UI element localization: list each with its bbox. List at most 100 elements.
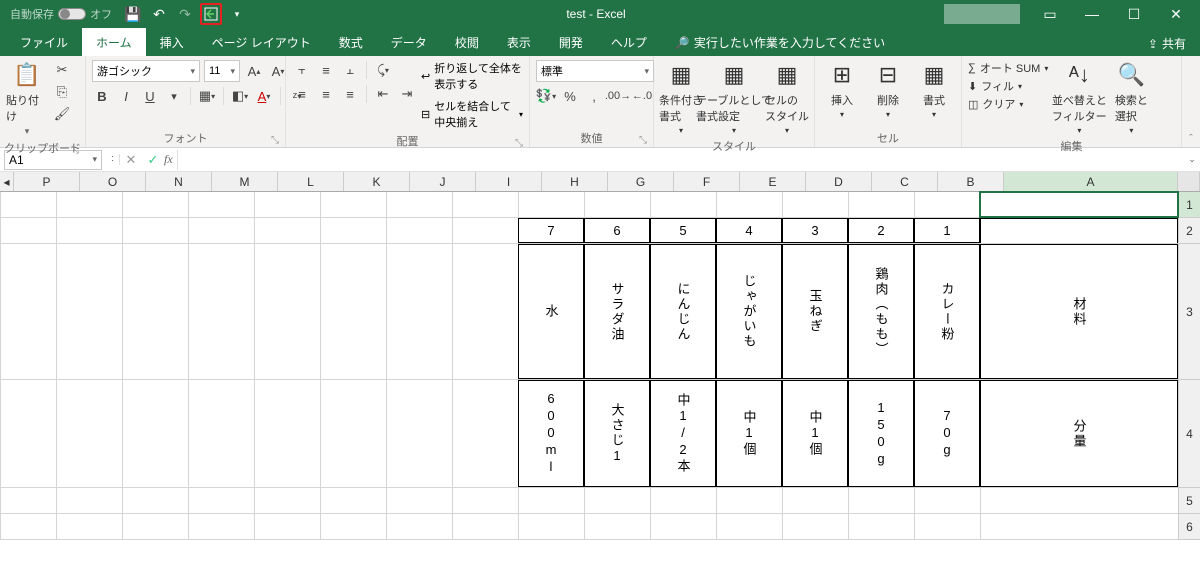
cell[interactable]: 中1/2本: [650, 380, 716, 487]
clear-button[interactable]: ◫クリア ▾: [968, 96, 1048, 112]
cell[interactable]: 分量: [980, 380, 1178, 487]
cell[interactable]: 1: [914, 218, 980, 243]
cell[interactable]: 中1個: [782, 380, 848, 487]
cell-styles-button[interactable]: ▦セルの スタイル▾: [766, 60, 808, 135]
col-header[interactable]: L: [278, 172, 344, 191]
cell[interactable]: [0, 488, 56, 513]
cell[interactable]: [122, 192, 188, 217]
cell[interactable]: [188, 380, 254, 487]
col-header[interactable]: N: [146, 172, 212, 191]
font-color-icon[interactable]: A▾: [254, 86, 274, 106]
col-header[interactable]: I: [476, 172, 542, 191]
cell[interactable]: [254, 244, 320, 379]
cell[interactable]: [188, 244, 254, 379]
cell[interactable]: [386, 380, 452, 487]
close-icon[interactable]: ✕: [1156, 0, 1196, 28]
align-right-icon[interactable]: ≡: [340, 84, 360, 104]
percent-icon[interactable]: %: [560, 86, 580, 106]
cell[interactable]: [650, 192, 716, 217]
cell[interactable]: [848, 488, 914, 513]
underline-icon[interactable]: U: [140, 86, 160, 106]
decrease-font-icon[interactable]: A▾: [268, 61, 288, 81]
launcher-icon[interactable]: ⤡: [515, 138, 523, 149]
undo-icon[interactable]: ↶: [148, 3, 170, 25]
cell[interactable]: [56, 244, 122, 379]
cell[interactable]: 3: [782, 218, 848, 243]
cell[interactable]: [320, 218, 386, 243]
col-header[interactable]: C: [872, 172, 938, 191]
cell[interactable]: [56, 192, 122, 217]
cell[interactable]: [254, 218, 320, 243]
maximize-icon[interactable]: ☐: [1114, 0, 1154, 28]
merge-center-button[interactable]: ⊟セルを結合して中央揃え▾: [421, 98, 523, 130]
cell[interactable]: サラダ油: [584, 244, 650, 379]
col-header[interactable]: H: [542, 172, 608, 191]
save-icon[interactable]: 💾: [122, 3, 144, 25]
cell[interactable]: [980, 514, 1178, 539]
cell[interactable]: [914, 192, 980, 217]
cell[interactable]: [254, 488, 320, 513]
cell[interactable]: [188, 514, 254, 539]
cell[interactable]: 6: [584, 218, 650, 243]
cell[interactable]: [452, 244, 518, 379]
tab-help[interactable]: ヘルプ: [597, 28, 661, 56]
bold-icon[interactable]: B: [92, 86, 112, 106]
tab-insert[interactable]: 挿入: [146, 28, 198, 56]
import-icon[interactable]: [200, 3, 222, 25]
cell[interactable]: [0, 380, 56, 487]
cell[interactable]: にんじん: [650, 244, 716, 379]
cell[interactable]: [188, 192, 254, 217]
launcher-icon[interactable]: ⤡: [271, 135, 279, 146]
cell[interactable]: [122, 244, 188, 379]
cell[interactable]: [0, 192, 56, 217]
sort-filter-button[interactable]: ᴬ↓並べ替えと フィルター▾: [1052, 60, 1106, 135]
cell[interactable]: [980, 488, 1178, 513]
row-header[interactable]: 6: [1178, 514, 1200, 540]
align-left-icon[interactable]: ≡: [292, 84, 312, 104]
cell[interactable]: [980, 218, 1178, 243]
wrap-text-button[interactable]: ↩折り返して全体を表示する: [421, 60, 523, 92]
cell[interactable]: [56, 514, 122, 539]
col-header[interactable]: O: [80, 172, 146, 191]
row-header[interactable]: 1: [1178, 192, 1200, 218]
borders-icon[interactable]: ▦▾: [197, 86, 217, 106]
cell[interactable]: [122, 488, 188, 513]
cell[interactable]: じゃがいも: [716, 244, 782, 379]
fill-button[interactable]: ⬇フィル ▾: [968, 78, 1048, 94]
tab-file[interactable]: ファイル: [6, 28, 82, 56]
cell-A1[interactable]: [980, 192, 1178, 217]
enter-formula-icon[interactable]: ✓: [144, 151, 162, 169]
cell[interactable]: [320, 380, 386, 487]
cell[interactable]: 600ml: [518, 380, 584, 487]
paste-button[interactable]: 📋 貼り付け ▾: [6, 60, 48, 137]
cell[interactable]: [914, 514, 980, 539]
col-header[interactable]: P: [14, 172, 80, 191]
col-header[interactable]: K: [344, 172, 410, 191]
cell[interactable]: [254, 380, 320, 487]
col-header[interactable]: B: [938, 172, 1004, 191]
cell[interactable]: 5: [650, 218, 716, 243]
tab-view[interactable]: 表示: [493, 28, 545, 56]
cell[interactable]: [320, 514, 386, 539]
format-cells-button[interactable]: ▦書式▾: [913, 60, 955, 119]
cell[interactable]: 7: [518, 218, 584, 243]
decrease-indent-icon[interactable]: ⇤: [373, 84, 393, 104]
cell[interactable]: [716, 488, 782, 513]
align-center-icon[interactable]: ≡: [316, 84, 336, 104]
cell[interactable]: 材料: [980, 244, 1178, 379]
cell[interactable]: [122, 380, 188, 487]
qat-customize-icon[interactable]: ▾: [226, 3, 248, 25]
cell[interactable]: [782, 514, 848, 539]
cell[interactable]: [716, 192, 782, 217]
cell[interactable]: [650, 488, 716, 513]
insert-cells-button[interactable]: ⊞挿入▾: [821, 60, 863, 119]
italic-icon[interactable]: I: [116, 86, 136, 106]
cell[interactable]: [782, 488, 848, 513]
cut-icon[interactable]: ✂: [52, 60, 72, 80]
cell[interactable]: [848, 514, 914, 539]
font-name-combo[interactable]: 游ゴシック▾: [92, 60, 200, 82]
cell[interactable]: 4: [716, 218, 782, 243]
cell[interactable]: [650, 514, 716, 539]
col-header[interactable]: G: [608, 172, 674, 191]
tab-review[interactable]: 校閲: [441, 28, 493, 56]
